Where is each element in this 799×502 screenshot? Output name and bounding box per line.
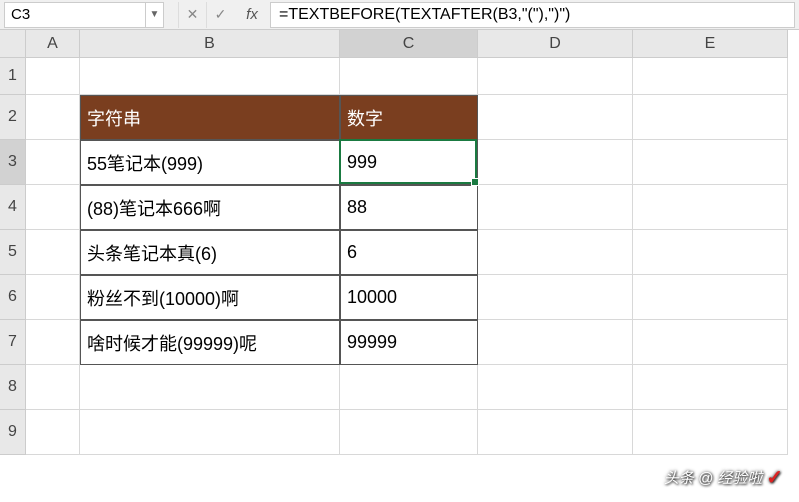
row-header-1[interactable]: 1 xyxy=(0,58,26,95)
cell-C6[interactable]: 10000 xyxy=(340,275,478,320)
cell-B1[interactable] xyxy=(80,58,340,95)
cell-D3[interactable] xyxy=(478,140,633,185)
cell-D2[interactable] xyxy=(478,95,633,140)
cell-E1[interactable] xyxy=(633,58,788,95)
cell-E6[interactable] xyxy=(633,275,788,320)
cell-B5[interactable]: 头条笔记本真(6) xyxy=(80,230,340,275)
cell-C3[interactable]: 999 xyxy=(340,140,478,185)
cell-C8[interactable] xyxy=(340,365,478,410)
cell-A7[interactable] xyxy=(26,320,80,365)
cell-E9[interactable] xyxy=(633,410,788,455)
cell-D8[interactable] xyxy=(478,365,633,410)
check-icon: ✓ xyxy=(766,465,783,490)
cell-C7[interactable]: 99999 xyxy=(340,320,478,365)
formula-input[interactable]: =TEXTBEFORE(TEXTAFTER(B3,"("),")") xyxy=(270,2,795,28)
confirm-formula-icon[interactable]: ✓ xyxy=(206,2,234,28)
row-header-2[interactable]: 2 xyxy=(0,95,26,140)
cell-D6[interactable] xyxy=(478,275,633,320)
spreadsheet-grid: ABCDE 123456789 字符串数字55笔记本(999)999(88)笔记… xyxy=(0,30,799,502)
row-headers: 123456789 xyxy=(0,58,26,502)
cell-C4[interactable]: 88 xyxy=(340,185,478,230)
cell-A5[interactable] xyxy=(26,230,80,275)
name-box-value: C3 xyxy=(5,6,145,23)
watermark: 头条 @ 经验啦 ✓ xyxy=(664,465,783,490)
cell-A6[interactable] xyxy=(26,275,80,320)
col-header-D[interactable]: D xyxy=(478,30,633,58)
cell-A4[interactable] xyxy=(26,185,80,230)
cell-B6[interactable]: 粉丝不到(10000)啊 xyxy=(80,275,340,320)
formula-bar: C3 ▼ ✕ ✓ fx =TEXTBEFORE(TEXTAFTER(B3,"("… xyxy=(0,0,799,30)
name-box[interactable]: C3 ▼ xyxy=(4,2,164,28)
cell-D7[interactable] xyxy=(478,320,633,365)
row-header-8[interactable]: 8 xyxy=(0,365,26,410)
name-box-dropdown-icon[interactable]: ▼ xyxy=(145,3,163,27)
cell-C2[interactable]: 数字 xyxy=(340,95,478,140)
column-headers: ABCDE xyxy=(26,30,788,58)
cell-B2[interactable]: 字符串 xyxy=(80,95,340,140)
cell-C5[interactable]: 6 xyxy=(340,230,478,275)
cell-E3[interactable] xyxy=(633,140,788,185)
cell-D4[interactable] xyxy=(478,185,633,230)
cell-D1[interactable] xyxy=(478,58,633,95)
cell-B9[interactable] xyxy=(80,410,340,455)
row-header-5[interactable]: 5 xyxy=(0,230,26,275)
col-header-B[interactable]: B xyxy=(80,30,340,58)
cell-A8[interactable] xyxy=(26,365,80,410)
cell-B4[interactable]: (88)笔记本666啊 xyxy=(80,185,340,230)
cell-E8[interactable] xyxy=(633,365,788,410)
cancel-formula-icon[interactable]: ✕ xyxy=(178,2,206,28)
cell-C1[interactable] xyxy=(340,58,478,95)
row-header-7[interactable]: 7 xyxy=(0,320,26,365)
cell-B7[interactable]: 啥时候才能(99999)呢 xyxy=(80,320,340,365)
cell-C9[interactable] xyxy=(340,410,478,455)
cell-E7[interactable] xyxy=(633,320,788,365)
cell-D9[interactable] xyxy=(478,410,633,455)
cell-B8[interactable] xyxy=(80,365,340,410)
row-header-3[interactable]: 3 xyxy=(0,140,26,185)
cell-E5[interactable] xyxy=(633,230,788,275)
fx-icon[interactable]: fx xyxy=(234,6,270,23)
cell-E4[interactable] xyxy=(633,185,788,230)
row-header-9[interactable]: 9 xyxy=(0,410,26,455)
col-header-E[interactable]: E xyxy=(633,30,788,58)
row-header-6[interactable]: 6 xyxy=(0,275,26,320)
cell-E2[interactable] xyxy=(633,95,788,140)
row-header-4[interactable]: 4 xyxy=(0,185,26,230)
cell-B3[interactable]: 55笔记本(999) xyxy=(80,140,340,185)
cell-A3[interactable] xyxy=(26,140,80,185)
cell-A9[interactable] xyxy=(26,410,80,455)
col-header-A[interactable]: A xyxy=(26,30,80,58)
cell-A2[interactable] xyxy=(26,95,80,140)
cell-A1[interactable] xyxy=(26,58,80,95)
cell-D5[interactable] xyxy=(478,230,633,275)
cells-area[interactable]: 字符串数字55笔记本(999)999(88)笔记本666啊88头条笔记本真(6)… xyxy=(26,58,799,502)
col-header-C[interactable]: C xyxy=(340,30,478,58)
formula-text: =TEXTBEFORE(TEXTAFTER(B3,"("),")") xyxy=(279,6,570,24)
select-all-corner[interactable] xyxy=(0,30,26,58)
